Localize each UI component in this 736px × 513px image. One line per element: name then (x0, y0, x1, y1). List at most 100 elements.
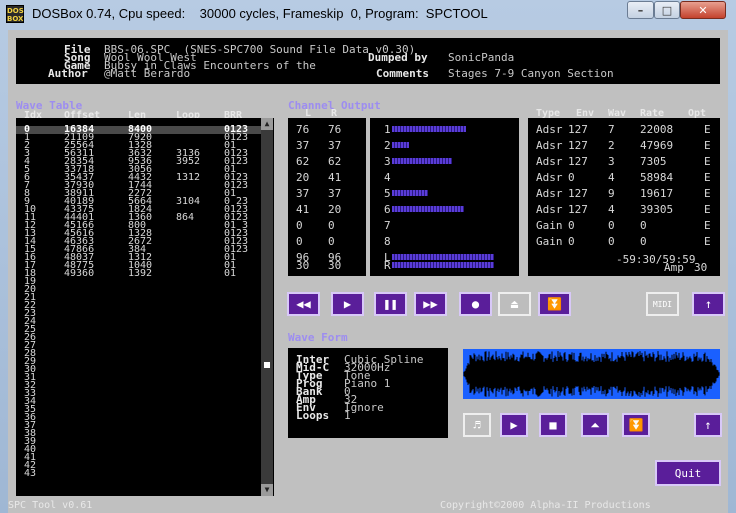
wave-table-list[interactable]: 0 16384 8400 0123 1 21109 7920 0123 2 25564 1328 01… (16, 118, 274, 496)
wave-table-row[interactable]: 38 (16, 429, 266, 439)
wave-cell-brr: 01 (224, 268, 237, 279)
voice-opt[interactable]: E (704, 124, 711, 135)
channel-number[interactable]: 7 (384, 220, 391, 231)
wave-table-row[interactable]: 20 (16, 285, 266, 295)
voice-opt[interactable]: E (704, 236, 711, 247)
channel-left-level: 76 (296, 123, 310, 136)
channel-right-level: 62 (328, 155, 342, 168)
skip-down-button[interactable]: ⏬ (538, 292, 571, 316)
channel-right-level: 0 (328, 235, 335, 248)
wave-arrow-up-button[interactable]: ↑ (694, 413, 722, 437)
channel-meter-bar (392, 142, 409, 148)
rewind-button[interactable]: ◀◀ (287, 292, 320, 316)
song-info-panel: File BBS-06.SPC (SNES-SPC700 Sound File … (16, 38, 720, 84)
scroll-thumb[interactable] (264, 362, 270, 368)
wave-table-row[interactable]: 30 (16, 365, 266, 375)
wave-cell-loop: 1312 (176, 172, 201, 183)
voice-opt[interactable]: E (704, 156, 711, 167)
voice-type: Adsr (536, 139, 563, 152)
wave-table-row[interactable]: 43 (16, 469, 266, 479)
wave-table-row[interactable]: 37 (16, 421, 266, 431)
up-button[interactable]: ↑ (692, 292, 725, 316)
wave-table-row[interactable]: 32 (16, 381, 266, 391)
wave-table-row[interactable]: 39 (16, 437, 266, 447)
wave-table-row[interactable]: 19 (16, 277, 266, 287)
wave-stop-button[interactable]: ■ (539, 413, 567, 437)
scroll-down-icon[interactable]: ▼ (261, 484, 273, 496)
voice-col-type: Type (536, 108, 561, 119)
voice-env: 127 (568, 155, 588, 168)
channel-number[interactable]: 5 (384, 188, 391, 199)
wave-table-row[interactable]: 29 (16, 357, 266, 367)
amp-label: Amp (664, 261, 684, 274)
loops-value: 1 (344, 409, 351, 422)
fast-forward-button[interactable]: ▶▶ (414, 292, 447, 316)
channel-left-level: 0 (296, 219, 303, 232)
minimize-button[interactable]: – (627, 1, 654, 19)
wave-table-row[interactable]: 41 (16, 453, 266, 463)
play-button[interactable]: ▶ (331, 292, 364, 316)
voice-col-wav: Wav (608, 108, 627, 119)
voice-rate: 39305 (640, 203, 674, 216)
wave-table-row[interactable]: 27 (16, 341, 266, 351)
channel-left-level: 37 (296, 139, 310, 152)
wave-table-row[interactable]: 42 (16, 461, 266, 471)
voice-opt[interactable]: E (704, 220, 711, 231)
voice-rate: 0 (640, 219, 647, 232)
voice-opt[interactable]: E (704, 172, 711, 183)
wave-table-row[interactable]: 28 (16, 349, 266, 359)
wave-table-row[interactable]: 40 (16, 445, 266, 455)
channel-number[interactable]: 1 (384, 124, 391, 135)
wave-table-row[interactable]: 34 (16, 397, 266, 407)
channel-number[interactable]: 3 (384, 156, 391, 167)
maximize-button[interactable]: □ (654, 1, 680, 19)
master-left-meter (392, 254, 494, 260)
close-button[interactable]: ✕ (680, 1, 726, 19)
wave-table-row[interactable]: 23 (16, 309, 266, 319)
wave-table-row[interactable]: 33 (16, 389, 266, 399)
wave-table-row[interactable]: 31 (16, 373, 266, 383)
voice-type: Gain (536, 219, 563, 232)
wave-down-button[interactable]: ⏬ (622, 413, 650, 437)
eject-button[interactable]: ⏏ (498, 292, 531, 316)
voice-env: 0 (568, 235, 575, 248)
wave-table-row[interactable]: 36 (16, 413, 266, 423)
wave-table-row[interactable]: 24 (16, 317, 266, 327)
wave-table-row[interactable]: 26 (16, 333, 266, 343)
wave-table-row[interactable]: 21 (16, 293, 266, 303)
wave-table-row[interactable]: 18 49360 1392 01 (16, 268, 266, 279)
channel-number[interactable]: 4 (384, 172, 391, 183)
wave-play-button[interactable]: ▶ (500, 413, 528, 437)
midi-button[interactable]: MIDI (646, 292, 679, 316)
channel-right-level: 0 (328, 219, 335, 232)
wave-table-row[interactable]: 22 (16, 301, 266, 311)
wave-table-row[interactable]: 35 (16, 405, 266, 415)
channel-left-level: 37 (296, 187, 310, 200)
voice-rate: 58984 (640, 171, 674, 184)
wave-up-button[interactable]: ⏶ (581, 413, 609, 437)
waveform-display[interactable] (463, 349, 720, 399)
spctool-screen: File BBS-06.SPC (SNES-SPC700 Sound File … (8, 30, 728, 513)
channel-number[interactable]: 8 (384, 236, 391, 247)
voice-wav: 9 (608, 187, 615, 200)
comments-label: Comments (376, 67, 429, 80)
wave-table-row[interactable]: 25 (16, 325, 266, 335)
voice-type: Adsr (536, 203, 563, 216)
scroll-up-icon[interactable]: ▲ (261, 118, 273, 130)
channel-left-level: 20 (296, 171, 310, 184)
pause-button[interactable]: ❚❚ (374, 292, 407, 316)
voice-rate: 19617 (640, 187, 674, 200)
voice-opt[interactable]: E (704, 204, 711, 215)
note-button[interactable]: ♬ (463, 413, 491, 437)
dosbox-window: DOS BOX DOSBox 0.74, Cpu speed: 30000 cy… (0, 0, 736, 513)
wave-table-scrollbar[interactable]: ▲ ▼ (261, 118, 273, 496)
quit-button[interactable]: Quit (655, 460, 721, 486)
channel-number[interactable]: 6 (384, 204, 391, 215)
voice-opt[interactable]: E (704, 188, 711, 199)
voice-opt[interactable]: E (704, 140, 711, 151)
title-bar[interactable]: DOS BOX DOSBox 0.74, Cpu speed: 30000 cy… (0, 0, 736, 28)
channel-meter-bar (392, 190, 428, 196)
channel-meter-bar (392, 206, 464, 212)
channel-number[interactable]: 2 (384, 140, 391, 151)
record-button[interactable]: ● (459, 292, 492, 316)
